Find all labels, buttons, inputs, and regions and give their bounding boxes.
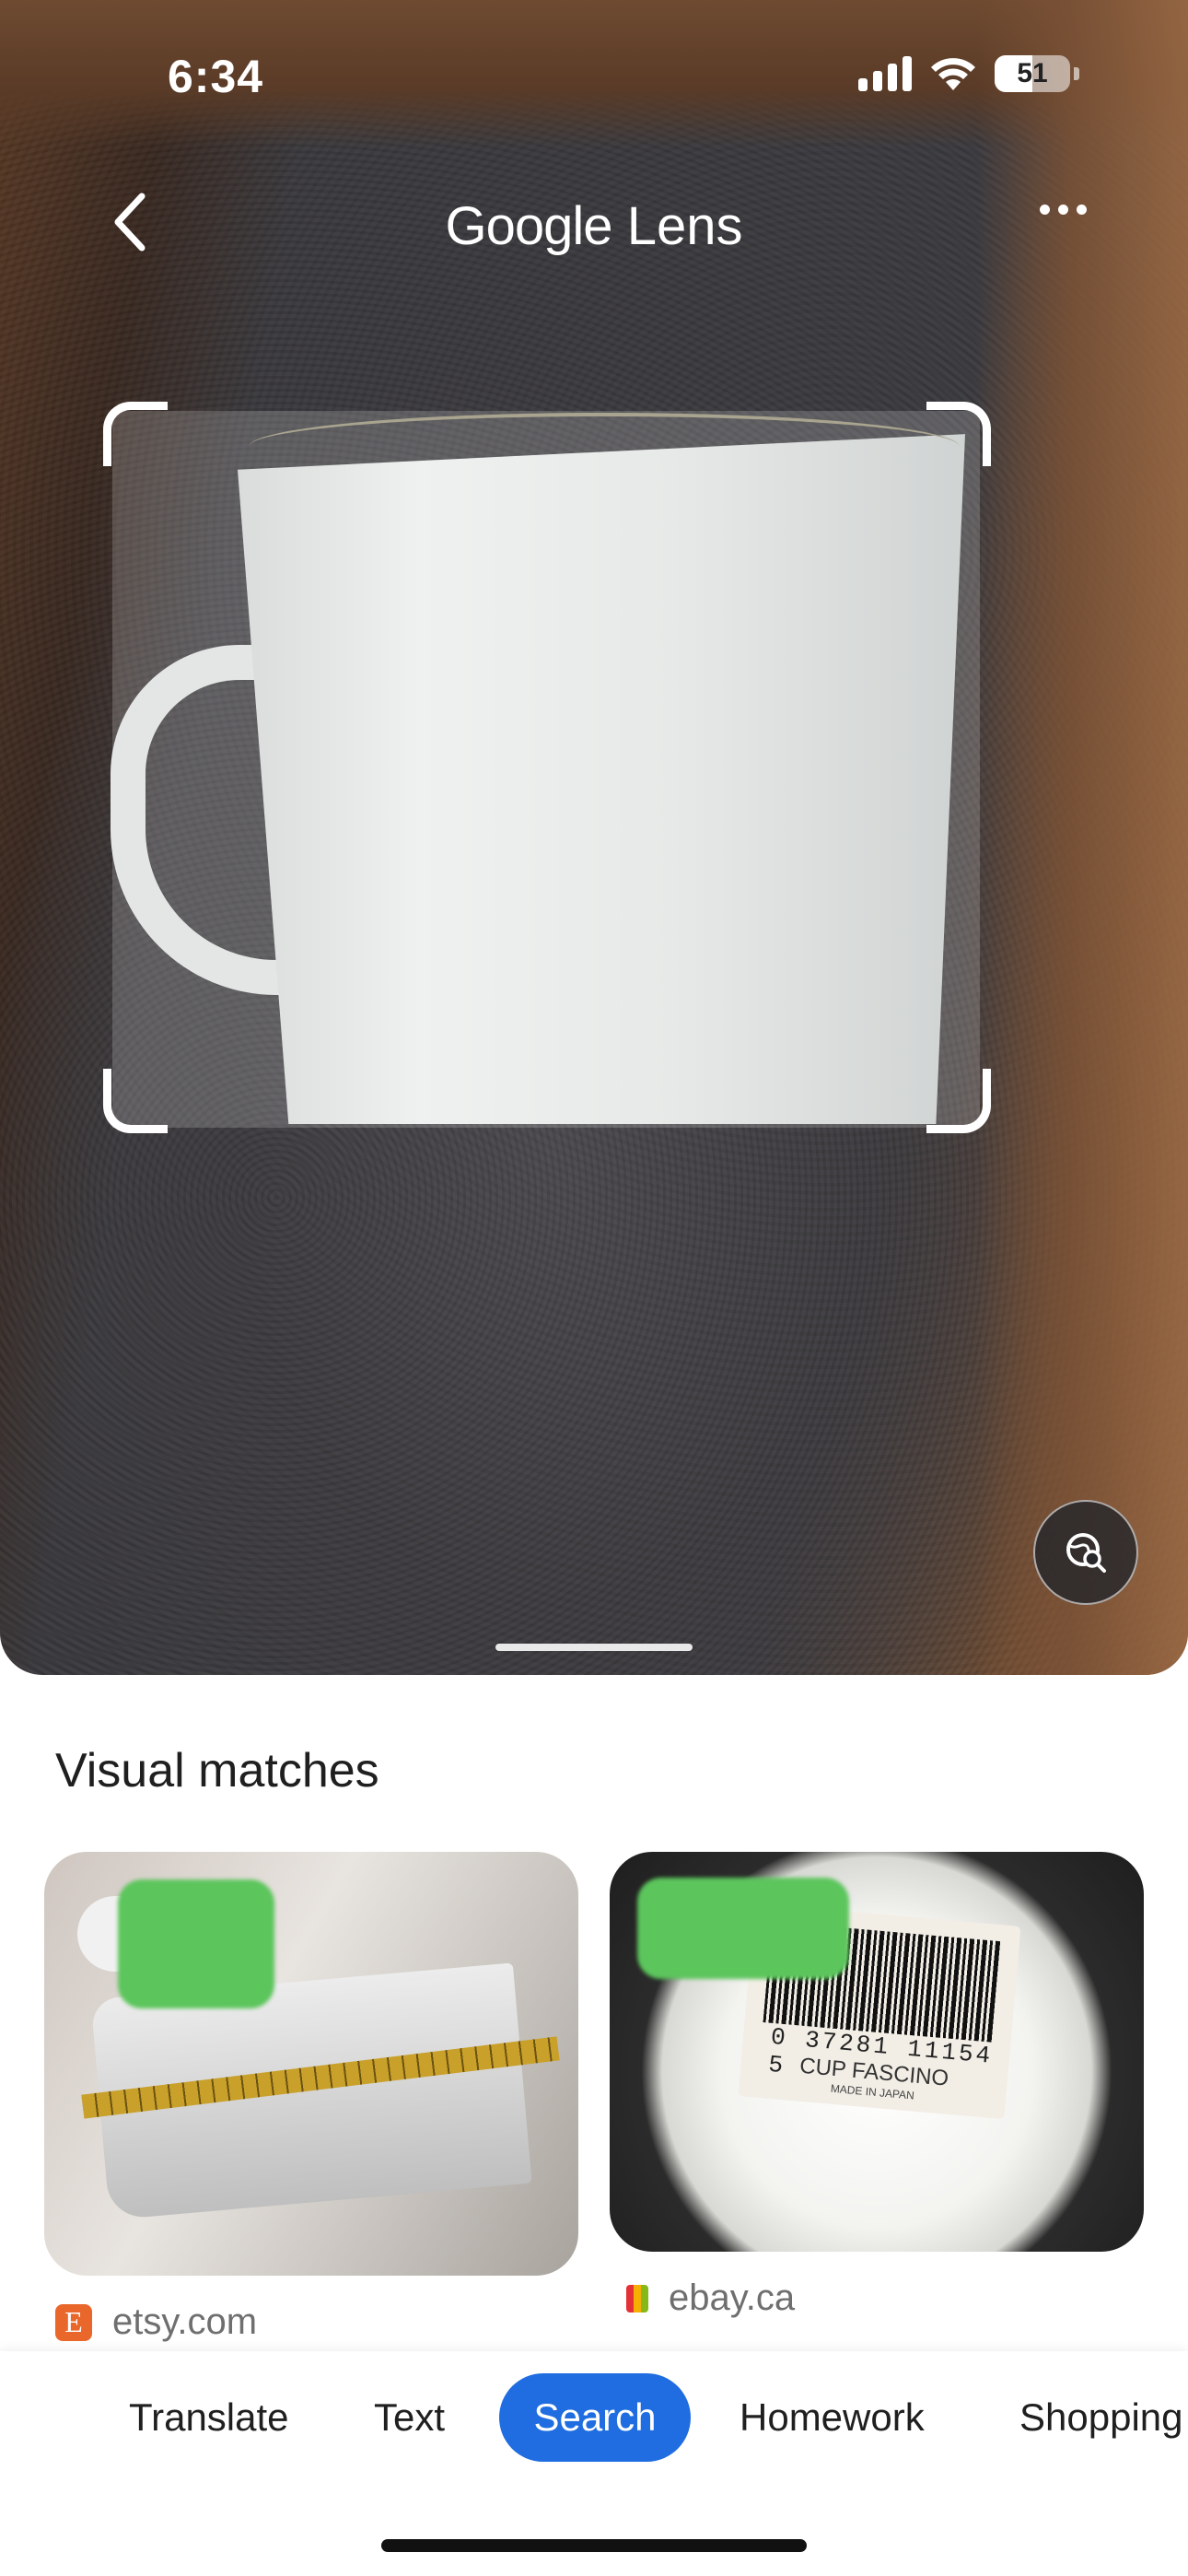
app-title: Google Lens bbox=[0, 195, 1188, 257]
tab-homework[interactable]: Homework bbox=[740, 2373, 925, 2462]
tab-search[interactable]: Search bbox=[499, 2373, 691, 2462]
redaction-mark bbox=[637, 1878, 849, 1979]
crop-handle-bottom-left[interactable] bbox=[103, 1069, 168, 1133]
result-source[interactable]: ebay.ca bbox=[626, 2277, 795, 2319]
more-options-button[interactable] bbox=[1040, 205, 1087, 215]
cellular-signal-icon bbox=[858, 56, 912, 91]
crop-handle-top-right[interactable] bbox=[926, 402, 991, 466]
tab-text[interactable]: Text bbox=[374, 2373, 445, 2462]
lens-label: Lens bbox=[626, 196, 743, 256]
battery-level: 51 bbox=[1017, 58, 1048, 88]
source-label: ebay.ca bbox=[669, 2277, 796, 2318]
cup bbox=[238, 434, 965, 1124]
tab-translate[interactable]: Translate bbox=[129, 2373, 289, 2462]
visual-match-card[interactable]: 0 37281 11154 5 CUP FASCINO MADE IN JAPA… bbox=[610, 1852, 1144, 2252]
crop-handle-top-left[interactable] bbox=[103, 402, 168, 466]
battery-icon: 51 bbox=[995, 55, 1070, 92]
image-search-button[interactable] bbox=[1033, 1500, 1138, 1605]
globe-search-icon bbox=[1066, 1533, 1106, 1573]
google-logo: Google bbox=[445, 196, 613, 256]
status-icons: 51 bbox=[858, 55, 1079, 92]
tab-shopping[interactable]: Shopping bbox=[1019, 2373, 1183, 2462]
etsy-icon: E bbox=[55, 2303, 92, 2341]
shopping-bag-icon bbox=[626, 2284, 648, 2313]
cup-rim bbox=[249, 413, 960, 481]
visual-match-card[interactable] bbox=[44, 1852, 578, 2276]
crop-handle-bottom-right[interactable] bbox=[926, 1069, 991, 1133]
status-time: 6:34 bbox=[168, 51, 264, 102]
source-label: etsy.com bbox=[112, 2301, 258, 2342]
visual-matches-title: Visual matches bbox=[55, 1744, 379, 1797]
home-indicator[interactable] bbox=[381, 2539, 807, 2552]
wifi-icon bbox=[931, 58, 975, 90]
result-source[interactable]: E etsy.com bbox=[55, 2301, 257, 2343]
battery-tip bbox=[1074, 67, 1079, 80]
sheet-drag-handle[interactable] bbox=[495, 1644, 693, 1651]
redaction-mark bbox=[118, 1879, 274, 2008]
